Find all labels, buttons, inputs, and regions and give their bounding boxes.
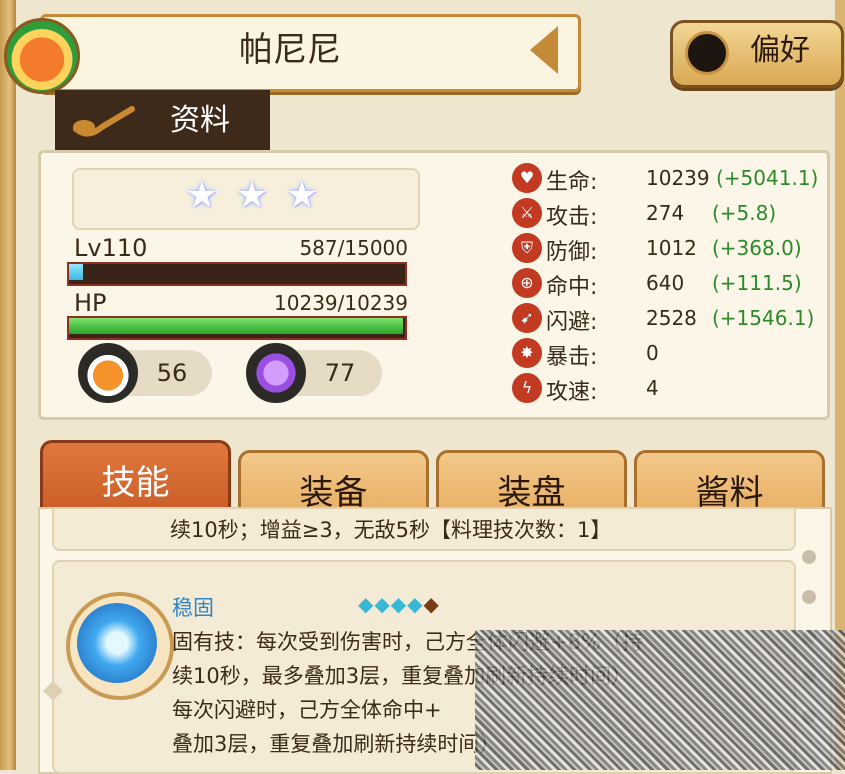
previous-skill-text: 续10秒；增益≥3，无敌5秒【料理技次数：1】 (170, 518, 612, 542)
hp-label: HP (74, 289, 107, 317)
stat-value: 274 (646, 201, 685, 225)
exp-bar (67, 262, 407, 286)
stat-name: 攻击: (546, 205, 598, 230)
preference-dot-icon (685, 31, 729, 75)
info-tab-label[interactable]: 资料 (150, 90, 250, 152)
skill-level-diamonds: ◆◆◆◆◆ (358, 592, 440, 616)
sparkle-orb-icon (77, 603, 157, 683)
stat-name: 生命: (546, 170, 598, 195)
sword-icon: ⚔ (512, 198, 542, 228)
exp-bar-fill (69, 264, 83, 280)
stat-value: 10239 (646, 166, 710, 190)
stat-bonus: (+1546.1) (712, 306, 815, 330)
preference-label[interactable]: 偏好 (735, 20, 825, 82)
stat-name: 闪避: (546, 310, 598, 335)
resource-value-2: 77 (324, 359, 356, 387)
critical-icon: ✸ (512, 338, 542, 368)
skill-description-line: 叠加3层，重复叠加刷新持续时间） (172, 732, 501, 756)
stat-name: 暴击: (546, 345, 598, 370)
resource-value-1: 56 (156, 359, 188, 387)
skill-name: 稳固 (172, 596, 214, 620)
stat-name: 命中: (546, 275, 598, 300)
potion-icon[interactable] (78, 343, 138, 403)
level-label: Lv110 (74, 234, 148, 262)
stat-bonus: (+5041.1) (716, 166, 819, 190)
left-frame (0, 0, 16, 770)
stat-bonus: (+111.5) (712, 271, 802, 295)
star-icon: ★ (185, 175, 219, 216)
stat-name: 攻速: (546, 380, 598, 405)
lightning-icon: ϟ (512, 373, 542, 403)
dodge-icon: ➹ (512, 303, 542, 333)
stat-name: 防御: (546, 240, 598, 265)
hp-value: 10239/10239 (274, 291, 408, 315)
exp-value: 587/15000 (299, 236, 408, 260)
mosaic-overlay (475, 630, 845, 770)
stat-value: 1012 (646, 236, 697, 260)
stat-value: 0 (646, 341, 659, 365)
skill-diamond-empty: ◆ (423, 592, 440, 616)
heart-icon: ♥ (512, 163, 542, 193)
scroll-indicator-dot (802, 550, 816, 564)
bowl-icon[interactable] (4, 18, 80, 94)
stat-value: 4 (646, 376, 659, 400)
ladle-icon (73, 106, 135, 137)
crystal-icon[interactable] (246, 343, 306, 403)
stat-value: 640 (646, 271, 685, 295)
character-name: 帕尼尼 (239, 30, 341, 70)
scroll-indicator-dot (802, 590, 816, 604)
stat-bonus: (+368.0) (712, 236, 802, 260)
skill-diamonds-filled: ◆◆◆◆ (358, 592, 424, 616)
skill-description-line: 每次闪避时，己方全体命中+ (172, 698, 442, 722)
target-icon: ⊕ (512, 268, 542, 298)
stat-bonus: (+5.8) (712, 201, 777, 225)
hp-bar-fill (69, 318, 403, 334)
star-icon: ★ (235, 175, 269, 216)
shield-icon: ⛨ (512, 233, 542, 263)
star-icon: ★ (285, 175, 319, 216)
stat-value: 2528 (646, 306, 697, 330)
